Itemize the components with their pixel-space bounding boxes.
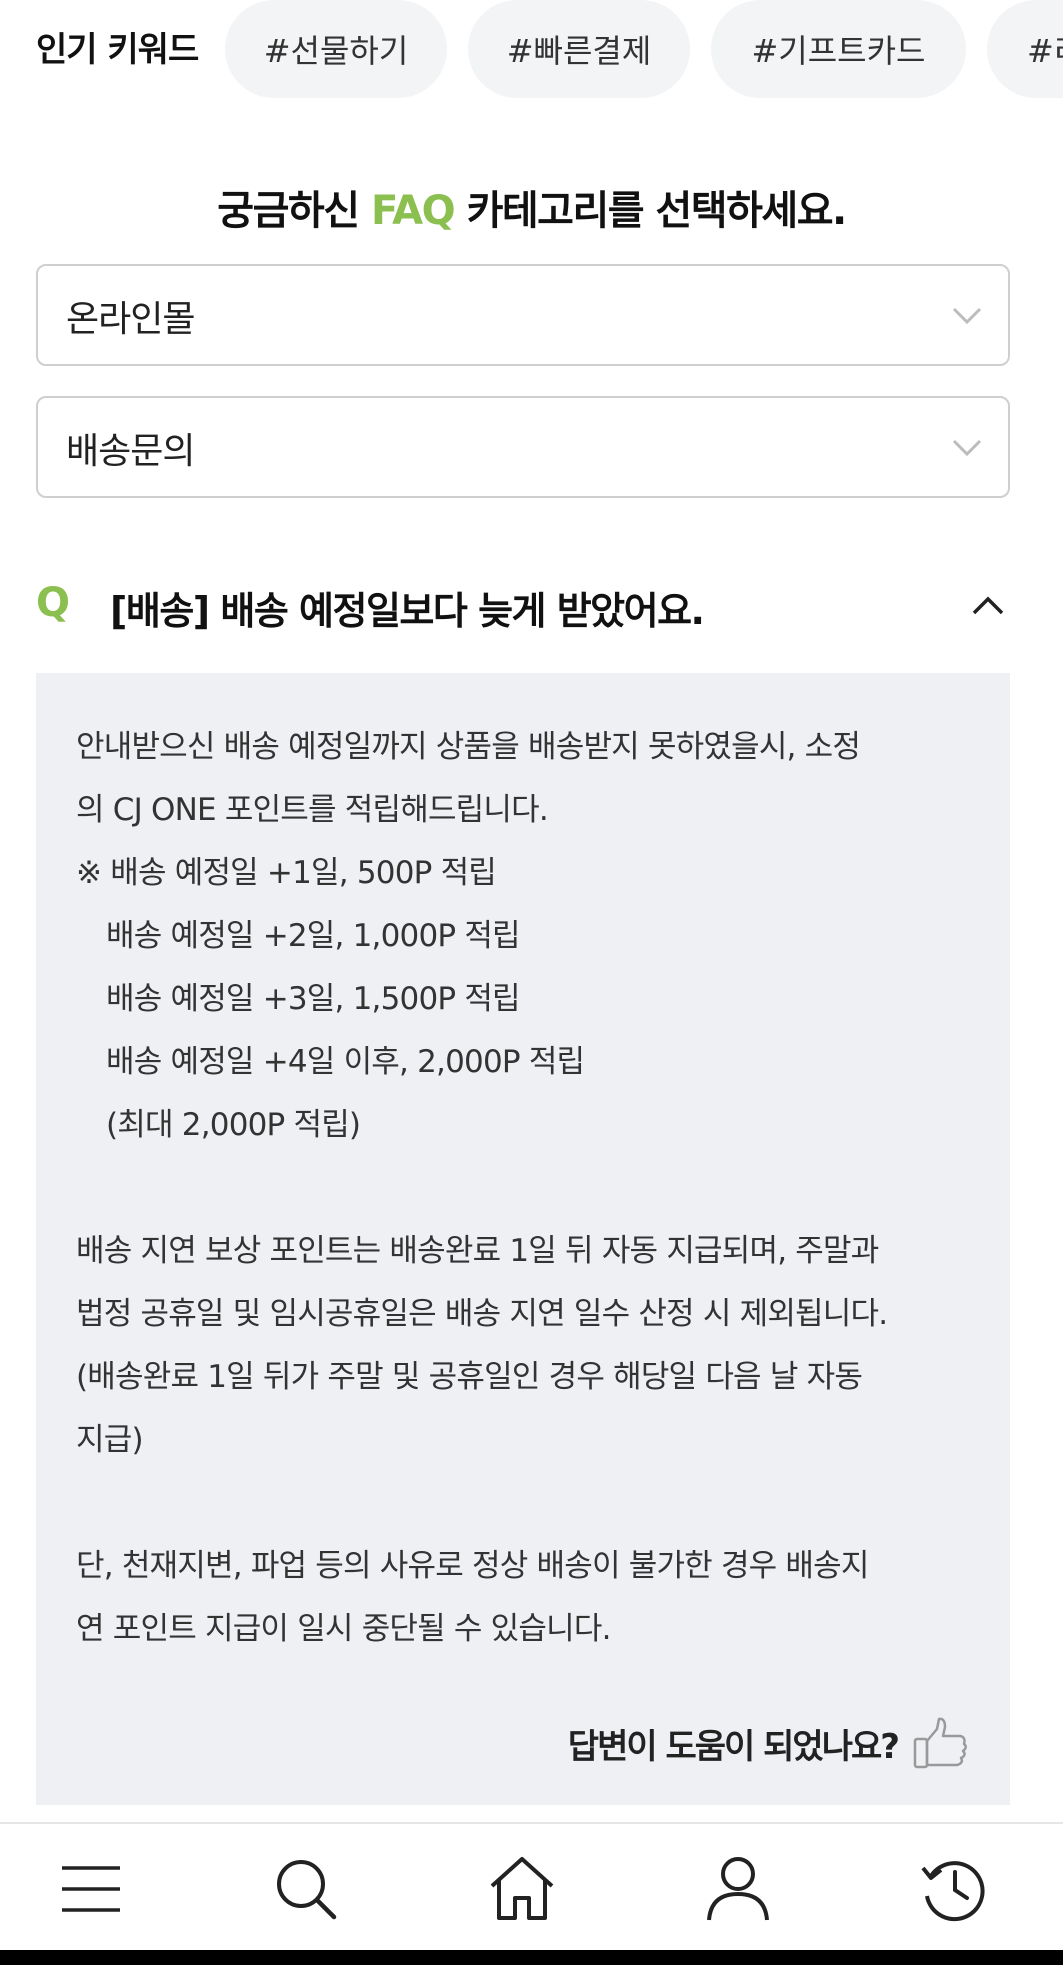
my-account-button[interactable] [703, 1854, 773, 1924]
faq-question-row[interactable]: Q [배송] 배송 예정일보다 늦게 받았어요. [36, 572, 1010, 642]
answer-line: 배송 예정일 +2일, 1,000P 적립 [106, 918, 521, 954]
home-icon [490, 1857, 554, 1920]
answer-line: 연 포인트 지급이 일시 중단될 수 있습니다. [76, 1611, 611, 1647]
recent-history-button[interactable] [919, 1854, 989, 1924]
search-button[interactable] [271, 1854, 341, 1924]
answer-line: (최대 2,000P 적립) [106, 1107, 361, 1143]
keyword-chip[interactable]: #선물하기 [225, 0, 447, 98]
answer-line: ※ 배송 예정일 +1일, 500P 적립 [76, 855, 497, 891]
answer-line: 배송 지연 보상 포인트는 배송완료 1일 뒤 자동 지급되며, 주말과 [76, 1233, 879, 1269]
keyword-chip[interactable]: #기프트카드 [711, 0, 966, 98]
answer-line: 의 CJ ONE 포인트를 적립해드립니다. [76, 792, 549, 828]
answer-line: 지급) [76, 1422, 144, 1458]
category-select[interactable]: 온라인몰 [36, 264, 1010, 366]
keyword-chip[interactable]: #리 [987, 0, 1063, 98]
subcategory-select-value: 배송문의 [66, 431, 195, 472]
question-title: [배송] 배송 예정일보다 늦게 받았어요. [110, 589, 705, 633]
answer-line: 배송 예정일 +3일, 1,500P 적립 [106, 981, 521, 1017]
history-icon [921, 1861, 985, 1922]
search-icon [277, 1860, 337, 1920]
bottom-navigation-bar [0, 1822, 1063, 1952]
heading-text: 카테고리를 선택하세요. [454, 188, 848, 234]
system-bottom-bar [0, 1950, 1063, 1965]
question-mark-label: Q [36, 580, 71, 626]
faq-answer-panel: 안내받으신 배송 예정일까지 상품을 배송받지 못하였을시, 소정 의 CJ O… [36, 673, 1010, 1805]
home-button[interactable] [487, 1854, 557, 1924]
keyword-chip[interactable]: #빠른결제 [468, 0, 690, 98]
faq-category-heading: 궁금하신 FAQ 카테고리를 선택하세요. [0, 178, 1063, 236]
category-select-value: 온라인몰 [66, 299, 195, 340]
answer-line: 안내받으신 배송 예정일까지 상품을 배송받지 못하였을시, 소정 [76, 729, 861, 765]
popular-keywords-bar: 인기 키워드 #선물하기 #빠른결제 #기프트카드 #리 [0, 0, 1063, 100]
chevron-up-icon[interactable] [966, 584, 1010, 628]
popular-keywords-title: 인기 키워드 [36, 30, 199, 70]
user-icon [707, 1857, 769, 1921]
helpful-feedback[interactable]: 답변이 도움이 되었나요? [568, 1713, 970, 1773]
answer-line: (배송완료 1일 뒤가 주말 및 공휴일인 경우 해당일 다음 날 자동 [76, 1359, 863, 1395]
heading-text: 궁금하신 [217, 188, 371, 234]
answer-line: 법정 공휴일 및 임시공휴일은 배송 지연 일수 산정 시 제외됩니다. [76, 1296, 888, 1332]
subcategory-select[interactable]: 배송문의 [36, 396, 1010, 498]
answer-line: 배송 예정일 +4일 이후, 2,000P 적립 [106, 1044, 585, 1080]
answer-line: 단, 천재지변, 파업 등의 사유로 정상 배송이 불가한 경우 배송지 [76, 1548, 869, 1584]
menu-icon [62, 1866, 120, 1912]
thumbs-up-icon[interactable] [912, 1715, 970, 1771]
heading-faq-accent: FAQ [370, 188, 456, 234]
chevron-down-icon [952, 439, 982, 457]
menu-button[interactable] [56, 1854, 126, 1924]
chevron-down-icon [952, 307, 982, 325]
helpful-question-text: 답변이 도움이 되었나요? [567, 1726, 900, 1767]
